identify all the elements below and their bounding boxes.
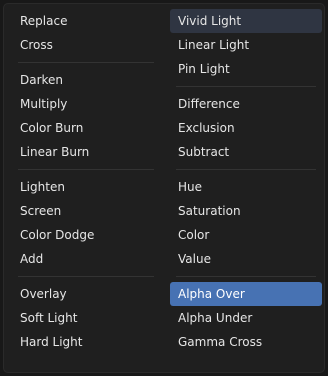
menu-item-lighten[interactable]: Lighten xyxy=(12,175,160,199)
menu-item-label: Color Burn xyxy=(20,121,84,135)
menu-item-label: Subtract xyxy=(178,145,230,159)
menu-item-pin-light[interactable]: Pin Light xyxy=(170,57,322,81)
menu-item-label: Multiply xyxy=(20,97,68,111)
menu-item-label: Color Dodge xyxy=(20,228,95,242)
menu-separator xyxy=(170,271,322,282)
menu-item-label: Darken xyxy=(20,73,64,87)
menu-item-label: Alpha Over xyxy=(178,287,245,301)
menu-item-alpha-under[interactable]: Alpha Under xyxy=(170,306,322,330)
menu-separator xyxy=(12,164,160,175)
menu-item-exclusion[interactable]: Exclusion xyxy=(170,116,322,140)
menu-item-label: Lighten xyxy=(20,180,65,194)
menu-item-linear-light[interactable]: Linear Light xyxy=(170,33,322,57)
menu-item-label: Screen xyxy=(20,204,62,218)
menu-item-overlay[interactable]: Overlay xyxy=(12,282,160,306)
menu-item-gamma-cross[interactable]: Gamma Cross xyxy=(170,330,322,354)
menu-item-soft-light[interactable]: Soft Light xyxy=(12,306,160,330)
menu-item-label: Soft Light xyxy=(20,311,78,325)
menu-item-hue[interactable]: Hue xyxy=(170,175,322,199)
menu-item-label: Value xyxy=(178,252,211,266)
menu-item-add[interactable]: Add xyxy=(12,247,160,271)
menu-item-label: Pin Light xyxy=(178,62,230,76)
menu-item-label: Vivid Light xyxy=(178,14,242,28)
menu-item-label: Cross xyxy=(20,38,53,52)
menu-item-darken[interactable]: Darken xyxy=(12,68,160,92)
menu-item-label: Difference xyxy=(178,97,240,111)
menu-item-screen[interactable]: Screen xyxy=(12,199,160,223)
menu-separator xyxy=(170,164,322,175)
menu-item-difference[interactable]: Difference xyxy=(170,92,322,116)
menu-item-label: Alpha Under xyxy=(178,311,253,325)
menu-item-multiply[interactable]: Multiply xyxy=(12,92,160,116)
menu-item-color-burn[interactable]: Color Burn xyxy=(12,116,160,140)
menu-separator xyxy=(12,271,160,282)
menu-item-label: Exclusion xyxy=(178,121,235,135)
menu-item-label: Hue xyxy=(178,180,203,194)
menu-item-label: Gamma Cross xyxy=(178,335,263,349)
menu-item-label: Color xyxy=(178,228,210,242)
menu-separator xyxy=(170,81,322,92)
menu-item-color[interactable]: Color xyxy=(170,223,322,247)
menu-item-saturation[interactable]: Saturation xyxy=(170,199,322,223)
menu-item-label: Linear Light xyxy=(178,38,250,52)
blend-mode-menu: Replace Cross Darken Multiply Color Burn Line… xyxy=(3,3,325,373)
blend-mode-column-right: Vivid Light Linear Light Pin Light Differen… xyxy=(170,9,322,354)
menu-item-label: Replace xyxy=(20,14,68,28)
menu-item-subtract[interactable]: Subtract xyxy=(170,140,322,164)
menu-item-label: Overlay xyxy=(20,287,67,301)
menu-item-linear-burn[interactable]: Linear Burn xyxy=(12,140,160,164)
menu-item-label: Add xyxy=(20,252,44,266)
menu-item-replace[interactable]: Replace xyxy=(12,9,160,33)
menu-item-vivid-light[interactable]: Vivid Light xyxy=(170,9,322,33)
menu-item-cross[interactable]: Cross xyxy=(12,33,160,57)
menu-item-alpha-over[interactable]: Alpha Over xyxy=(170,282,322,306)
menu-item-label: Saturation xyxy=(178,204,241,218)
menu-item-label: Linear Burn xyxy=(20,145,90,159)
menu-item-color-dodge[interactable]: Color Dodge xyxy=(12,223,160,247)
menu-separator xyxy=(12,57,160,68)
menu-item-value[interactable]: Value xyxy=(170,247,322,271)
menu-item-hard-light[interactable]: Hard Light xyxy=(12,330,160,354)
blend-mode-column-left: Replace Cross Darken Multiply Color Burn Line… xyxy=(12,9,160,354)
menu-item-label: Hard Light xyxy=(20,335,83,349)
